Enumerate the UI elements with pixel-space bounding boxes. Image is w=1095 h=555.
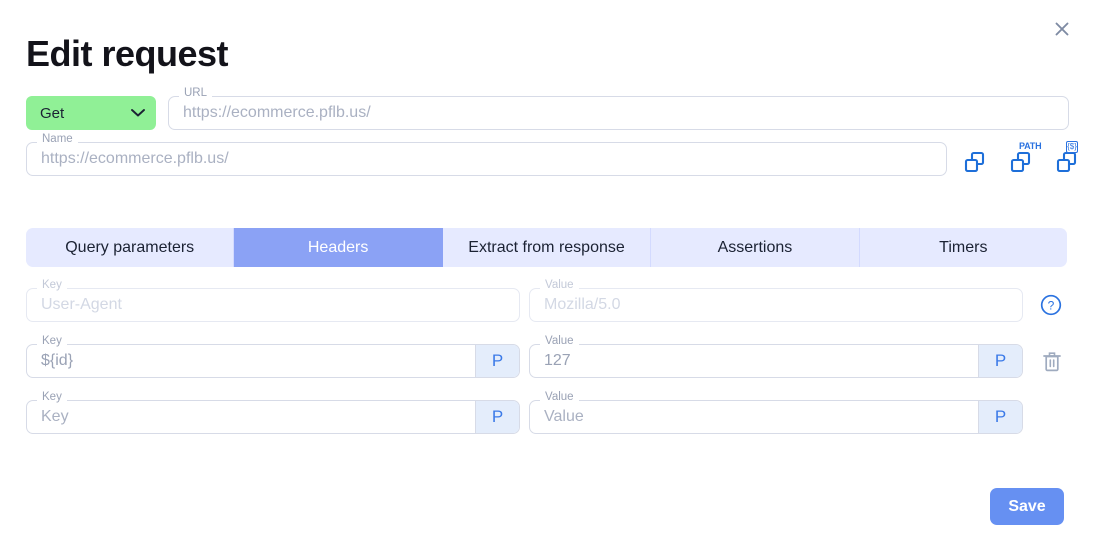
header-value-field-0[interactable]: Value Mozilla/5.0 (529, 279, 1023, 322)
name-field-value: https://ecommerce.pflb.us/ (41, 150, 229, 167)
request-tabs: Query parameters Headers Extract from re… (26, 228, 1067, 267)
copy-path-icon[interactable]: PATH (1008, 141, 1042, 175)
tab-query-parameters[interactable]: Query parameters (26, 228, 235, 267)
header-value-label-1: Value (540, 335, 579, 348)
copy-icon[interactable] (962, 143, 992, 175)
copy-actions: PATH {$} (962, 141, 1084, 175)
tab-timers[interactable]: Timers (860, 228, 1067, 267)
header-value-value-0: Mozilla/5.0 (544, 296, 621, 313)
method-select-wrapper: Get (26, 96, 156, 130)
header-value-param-button-1[interactable]: P (978, 345, 1022, 377)
header-key-value-2: Key (41, 408, 69, 425)
header-value-outline-1 (529, 344, 1023, 378)
url-field[interactable]: URL https://ecommerce.pflb.us/ (168, 87, 1069, 130)
header-value-field-1[interactable]: Value 127 P (529, 335, 1023, 378)
header-key-label-2: Key (37, 391, 67, 404)
save-button[interactable]: Save (990, 488, 1064, 525)
header-key-outline-2 (26, 400, 520, 434)
header-key-param-button-2[interactable]: P (475, 401, 519, 433)
header-key-field-2[interactable]: Key Key P (26, 391, 520, 434)
copy-variable-icon[interactable]: {$} (1054, 141, 1084, 175)
copy-path-icon-glyph (1010, 151, 1031, 173)
header-value-value-1: 127 (544, 352, 571, 369)
header-key-param-button-1[interactable]: P (475, 345, 519, 377)
tab-headers[interactable]: Headers (234, 228, 443, 267)
header-key-label-0: Key (37, 279, 67, 292)
svg-text:?: ? (1048, 298, 1055, 312)
header-key-field-1[interactable]: Key ${id} P (26, 335, 520, 378)
tab-extract-from-response[interactable]: Extract from response (443, 228, 652, 267)
url-field-value: https://ecommerce.pflb.us/ (183, 104, 371, 121)
name-field[interactable]: Name https://ecommerce.pflb.us/ (26, 133, 947, 176)
header-key-field-0[interactable]: Key User-Agent (26, 279, 520, 322)
header-value-label-2: Value (540, 391, 579, 404)
copy-variable-badge: {$} (1066, 141, 1078, 153)
header-value-label-0: Value (540, 279, 579, 292)
edit-request-dialog: Edit request Get URL https://ecommerce.p… (0, 0, 1095, 555)
trash-icon (1043, 352, 1061, 372)
help-icon[interactable]: ? (1040, 294, 1062, 316)
header-value-param-button-2[interactable]: P (978, 401, 1022, 433)
header-key-label-1: Key (37, 335, 67, 348)
copy-icon-glyph (964, 151, 985, 173)
header-key-value-1: ${id} (41, 352, 74, 369)
header-key-value-0: User-Agent (41, 296, 122, 313)
page-title: Edit request (26, 33, 229, 74)
table-row: Key User-Agent Value Mozilla/5.0 (26, 279, 1067, 322)
header-key-outline-1 (26, 344, 520, 378)
copy-path-badge: PATH (1019, 141, 1042, 151)
close-icon[interactable] (1045, 12, 1079, 46)
header-value-field-2[interactable]: Value Value P (529, 391, 1023, 434)
header-value-value-2: Value (544, 408, 584, 425)
delete-row-button[interactable] (1041, 350, 1063, 374)
name-field-label: Name (37, 133, 78, 146)
header-value-outline-2 (529, 400, 1023, 434)
http-method-select[interactable]: Get (26, 96, 156, 130)
help-icon-glyph: ? (1040, 294, 1062, 316)
table-row: Key Key P Value Value P (26, 391, 1067, 434)
table-row: Key ${id} P Value 127 P (26, 335, 1067, 378)
tab-assertions[interactable]: Assertions (651, 228, 860, 267)
url-field-label: URL (179, 87, 213, 100)
